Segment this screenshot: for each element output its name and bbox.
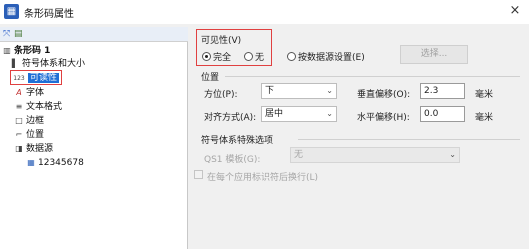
chevron-down-icon: ⌄ xyxy=(326,86,333,95)
radio-full-indicator xyxy=(202,52,211,61)
select-button[interactable]: 选择... xyxy=(400,45,468,64)
horizontal-offset-label: 水平偏移(H): xyxy=(357,113,410,123)
newline-after-ai-label: 在每个应用标识符后换行(L) xyxy=(207,173,319,183)
qs1-template-label: QS1 模板(G): xyxy=(204,155,261,165)
text-format-icon: ≡ xyxy=(15,102,23,111)
barcode-icon: ▥ xyxy=(3,46,11,55)
readability-highlight-box xyxy=(10,70,62,85)
qs1-template-dropdown[interactable]: 无 ⌄ xyxy=(290,147,460,163)
tree-item-text-format[interactable]: ≡ 文本格式 xyxy=(14,101,62,113)
tree-item-datasource[interactable]: ◨ 数据源 xyxy=(14,143,53,155)
symbology-divider xyxy=(298,139,520,140)
app-icon: ▦ xyxy=(4,4,19,19)
radio-none[interactable]: 无 xyxy=(244,50,264,63)
vertical-offset-label: 垂直偏移(O): xyxy=(357,90,411,100)
tree-item-symbology-size[interactable]: ▌ 符号体系和大小 xyxy=(10,58,85,70)
horizontal-offset-input[interactable]: 0.0 xyxy=(420,106,465,122)
align-dropdown[interactable]: 居中 ⌄ xyxy=(261,106,337,122)
radio-by-datasource-label: 按数据源设置(E) xyxy=(298,53,365,63)
radio-by-datasource[interactable]: 按数据源设置(E) xyxy=(287,50,365,63)
azimuth-dropdown[interactable]: 下 ⌄ xyxy=(261,83,337,99)
azimuth-value: 下 xyxy=(265,86,275,96)
newline-after-ai-checkbox[interactable] xyxy=(194,170,203,179)
tree-item-font[interactable]: A 字体 xyxy=(14,87,44,99)
window-title: 条形码属性 xyxy=(24,9,74,20)
border-icon: □ xyxy=(15,116,23,125)
properties-tree-panel: ⤧ ▤ ▥ 条形码 1 ▌ 符号体系和大小 123 可读性 A 字体 ≡ 文本格式 □ 边框… xyxy=(0,27,188,249)
data-item-icon: ▦ xyxy=(27,158,35,167)
visibility-title: 可见性(V) xyxy=(201,36,242,46)
close-button[interactable]: × xyxy=(507,3,523,19)
vertical-offset-input[interactable]: 2.3 xyxy=(420,83,465,99)
qs1-template-value: 无 xyxy=(294,150,304,160)
tree-item-border[interactable]: □ 边框 xyxy=(14,115,44,127)
chevron-down-icon: ⌄ xyxy=(449,150,456,159)
tree-item-position[interactable]: ⌐ 位置 xyxy=(14,129,44,141)
tree-view-icon[interactable]: ▤ xyxy=(14,29,24,39)
position-title: 位置 xyxy=(201,73,220,83)
azimuth-label: 方位(P): xyxy=(204,90,238,100)
radio-none-label: 无 xyxy=(255,53,265,63)
radio-full[interactable]: 完全 xyxy=(202,50,231,63)
tree-item-data-value[interactable]: ▦ 12345678 xyxy=(26,157,84,169)
title-bar: ▦ 条形码属性 × xyxy=(0,0,529,24)
tree-expand-icon[interactable]: ⤧ xyxy=(3,29,13,39)
horizontal-offset-unit: 毫米 xyxy=(475,113,494,123)
tree-toolbar: ⤧ ▤ xyxy=(0,27,188,42)
align-value: 居中 xyxy=(265,109,284,119)
symbology-options-title: 符号体系特殊选项 xyxy=(201,136,274,146)
font-icon: A xyxy=(16,88,22,97)
barcode-lines-icon: ▌ xyxy=(11,59,19,68)
vertical-offset-unit: 毫米 xyxy=(475,90,494,100)
radio-by-datasource-indicator xyxy=(287,52,296,61)
radio-none-indicator xyxy=(244,52,253,61)
position-divider xyxy=(225,76,520,77)
position-icon: ⌐ xyxy=(15,130,23,139)
tree-item-barcode[interactable]: ▥ 条形码 1 xyxy=(2,45,50,57)
align-label: 对齐方式(A): xyxy=(204,113,257,123)
chevron-down-icon: ⌄ xyxy=(326,109,333,118)
radio-full-label: 完全 xyxy=(213,53,232,63)
datasource-icon: ◨ xyxy=(15,144,23,153)
